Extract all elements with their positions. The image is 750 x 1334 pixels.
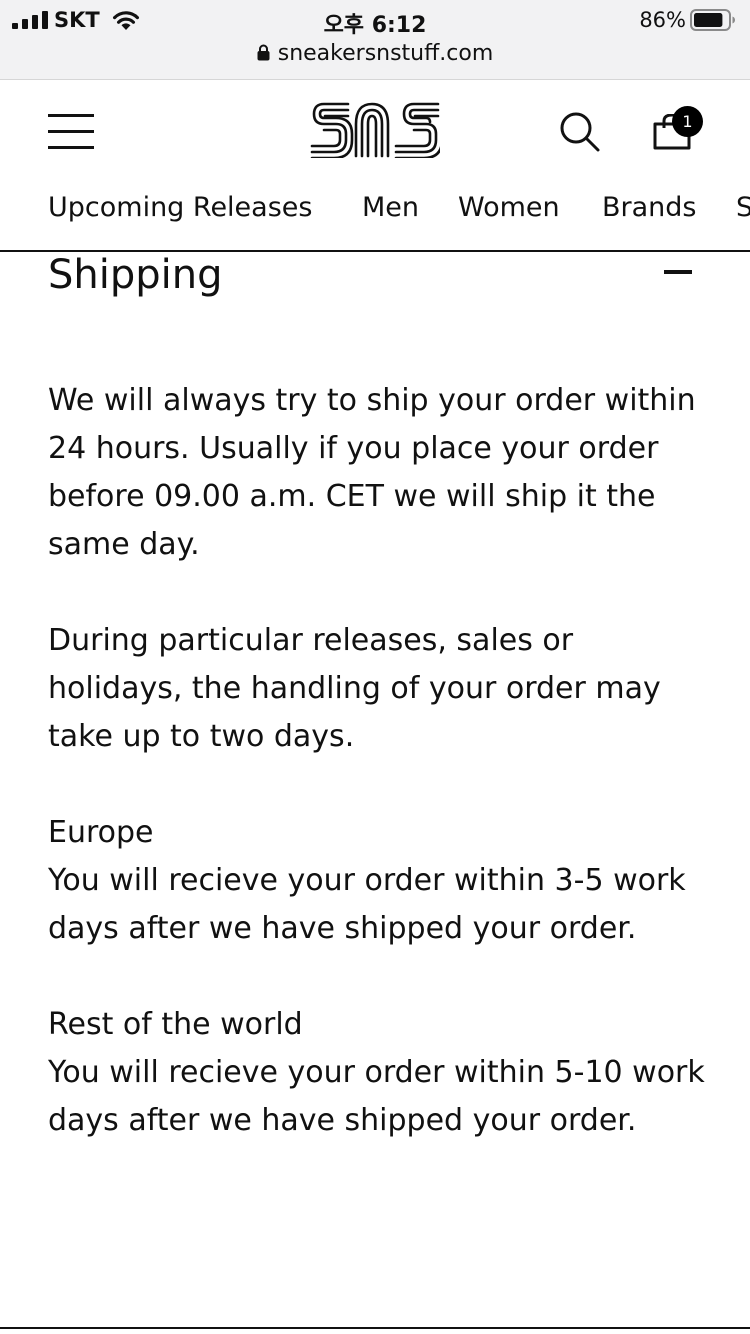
battery-icon — [690, 9, 735, 31]
site-header: 1 — [0, 80, 750, 180]
collapse-minus-icon[interactable] — [658, 262, 698, 282]
nav-item-upcoming-releases[interactable]: Upcoming Releases — [48, 192, 312, 223]
url-text: sneakersnstuff.com — [277, 41, 494, 66]
nav-item-brands[interactable]: Brands — [602, 192, 697, 223]
status-bar: SKT 오후 6:12 86% — [0, 0, 750, 40]
shipping-section-title[interactable]: Shipping — [48, 248, 223, 302]
address-bar[interactable]: sneakersnstuff.com — [0, 40, 750, 70]
region-text: You will recieve your order within 5-10 … — [48, 1055, 705, 1138]
nav-item-women[interactable]: Women — [458, 192, 560, 223]
status-time: 오후 6:12 — [323, 13, 427, 38]
shopping-bag-button[interactable]: 1 — [652, 102, 708, 152]
shipping-paragraph: We will always try to ship your order wi… — [48, 383, 696, 562]
browser-chrome: SKT 오후 6:12 86% sneakersnstuff.com — [0, 0, 750, 80]
region-block-europe: Europe You will recieve your order withi… — [48, 809, 708, 953]
divider — [0, 1327, 750, 1329]
nav-item-men[interactable]: Men — [362, 192, 419, 223]
shipping-paragraph: During particular releases, sales or hol… — [48, 623, 661, 754]
sns-logo[interactable] — [310, 100, 440, 158]
region-name: Europe — [48, 815, 154, 850]
battery-percent: 86% — [639, 8, 686, 32]
region-block-rest-of-world: Rest of the world You will recieve your … — [48, 1001, 708, 1145]
category-nav: Upcoming Releases Men Women Brands S — [0, 180, 750, 252]
region-name: Rest of the world — [48, 1007, 303, 1042]
lock-icon — [257, 44, 270, 61]
region-text: You will recieve your order within 3-5 w… — [48, 863, 686, 946]
nav-item-truncated[interactable]: S — [736, 192, 750, 223]
hamburger-menu-icon[interactable] — [48, 112, 94, 152]
shipping-content: We will always try to ship your order wi… — [48, 377, 708, 1193]
search-icon[interactable] — [558, 110, 602, 154]
cart-count-badge: 1 — [672, 106, 703, 137]
